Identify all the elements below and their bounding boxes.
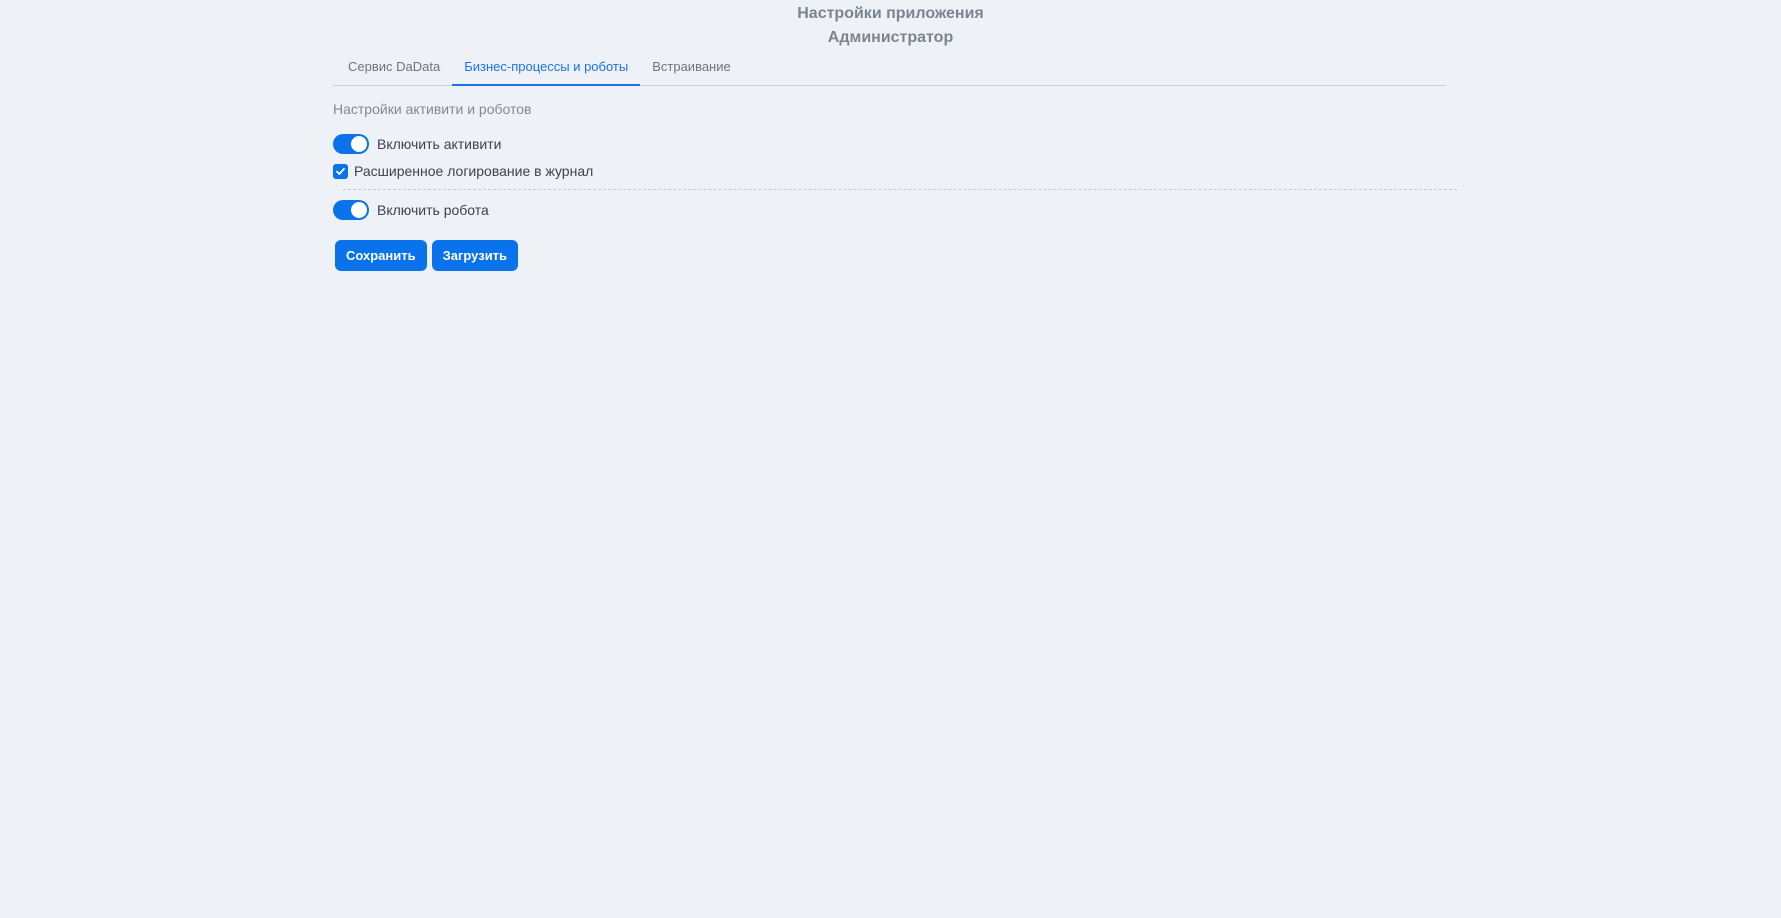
enable-activity-toggle[interactable] bbox=[333, 134, 369, 154]
page-title: Настройки приложения bbox=[797, 5, 984, 22]
tab-business-processes[interactable]: Бизнес-процессы и роботы bbox=[452, 55, 641, 86]
toggle-knob bbox=[351, 136, 367, 152]
tab-embedding[interactable]: Встраивание bbox=[640, 55, 743, 84]
tab-dadata[interactable]: Сервис DaData bbox=[333, 55, 452, 84]
load-button[interactable]: Загрузить bbox=[431, 240, 519, 271]
extended-logging-label: Расширенное логирование в журнал bbox=[354, 163, 594, 179]
toggle-knob bbox=[351, 202, 367, 218]
extended-logging-row: Расширенное логирование в журнал bbox=[333, 163, 593, 179]
enable-robot-row: Включить робота bbox=[333, 200, 489, 220]
app-window: Настройки приложения Администратор Серви… bbox=[0, 0, 1781, 918]
action-buttons: Сохранить Загрузить bbox=[335, 240, 519, 271]
extended-logging-checkbox[interactable] bbox=[333, 163, 348, 179]
section-title: Настройки активити и роботов bbox=[333, 101, 532, 117]
check-icon bbox=[336, 167, 345, 175]
section-divider bbox=[343, 189, 1457, 190]
enable-activity-row: Включить активити bbox=[333, 134, 501, 154]
save-button[interactable]: Сохранить bbox=[335, 240, 427, 271]
tab-bar: Сервис DaData Бизнес-процессы и роботы В… bbox=[333, 55, 1446, 86]
enable-robot-toggle[interactable] bbox=[333, 200, 369, 220]
enable-robot-label: Включить робота bbox=[377, 202, 489, 218]
page-subtitle: Администратор bbox=[827, 29, 954, 46]
enable-activity-label: Включить активити bbox=[377, 136, 502, 152]
